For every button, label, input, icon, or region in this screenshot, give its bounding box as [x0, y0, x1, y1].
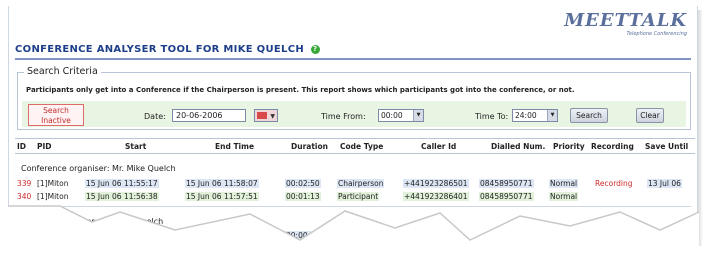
logo-subtitle: Telephone Conferencing: [626, 31, 687, 37]
page-shadow: [698, 10, 703, 246]
report-page: MEETTALK Telephone Conferencing CONFEREN…: [8, 6, 698, 250]
column-header-caller-id: Caller Id: [421, 142, 457, 151]
row-pid: [1]Miton: [37, 179, 69, 188]
row-duration: 00:00:48: [285, 231, 321, 240]
row-duration: 00:01:13: [285, 192, 321, 201]
page-title: CONFERENCE ANALYSER TOOL FOR MIKE QUELCH: [15, 44, 304, 55]
time-to-label: Time To:: [475, 112, 509, 121]
conference-organiser: Conference organiser: Mr. Mike Quelch: [21, 164, 176, 173]
row-priority: Normal: [549, 192, 579, 201]
row-priority: Normal: [549, 231, 579, 240]
row-save-until: 13 Jul 06: [647, 179, 682, 188]
row-priority: Normal: [549, 179, 579, 188]
time-from-value: 00:00: [381, 111, 403, 120]
row-start: n 06 07:54:: [119, 231, 165, 240]
column-header-priority: Priority: [553, 142, 585, 151]
column-header-code-type: Code Type: [340, 142, 384, 151]
column-header-recording: Recording: [591, 142, 634, 151]
row-dialled-num: 458950771: [491, 231, 536, 240]
table-row[interactable]: 339 [1]Miton 15 Jun 06 11:55:17 15 Jun 0…: [17, 178, 695, 189]
row-code-type: Chai: [337, 231, 356, 240]
row-recording-link[interactable]: Recording: [595, 179, 633, 188]
time-from-label: Time From:: [321, 112, 366, 121]
column-header-duration: Duration: [291, 142, 328, 151]
row-duration: 00:02:50: [285, 179, 321, 188]
column-header-end-time: End Time: [215, 142, 255, 151]
search-button[interactable]: Search: [570, 108, 608, 123]
time-from-select[interactable]: 00:00 ▼: [378, 109, 424, 122]
row-code-type: Participant: [337, 192, 380, 201]
search-criteria-legend: Search Criteria: [24, 66, 101, 77]
meettalk-logo: MEETTALK Telephone Conferencing: [564, 10, 687, 38]
row-start: 15 Jun 06 11:56:38: [85, 192, 159, 201]
search-inactive-badge: Search Inactive: [28, 104, 84, 126]
table-row[interactable]: 340 [1]Miton 15 Jun 06 11:56:38 15 Jun 0…: [17, 191, 695, 202]
date-label: Date:: [144, 112, 166, 121]
time-to-value: 24:00: [515, 111, 537, 120]
group-divider: [15, 206, 691, 207]
logo-text: MEETTALK: [564, 10, 687, 31]
search-row: Search Inactive Date: 20-06-2006 ▼ Time …: [22, 101, 686, 127]
row-caller-id: +441923286501: [403, 179, 469, 188]
date-field[interactable]: 20-06-2006: [172, 109, 246, 122]
row-end-time: 07:55:04: [219, 231, 255, 240]
help-icon[interactable]: ?: [310, 45, 320, 54]
calendar-button[interactable]: ▼: [254, 109, 278, 122]
inactive-line-2: Inactive: [41, 116, 71, 125]
search-criteria-panel: Search Criteria Participants only get in…: [17, 66, 691, 130]
row-code-type: Chairperson: [337, 179, 385, 188]
chevron-down-icon: ▼: [413, 110, 423, 121]
row-start: 15 Jun 06 11:55:17: [85, 179, 159, 188]
column-header-save-until: Save Until: [645, 142, 689, 151]
inactive-line-1: Search: [43, 106, 69, 115]
chevron-down-icon: ▼: [547, 110, 557, 121]
time-to-select[interactable]: 24:00 ▼: [512, 109, 558, 122]
criteria-note: Participants only get into a Conference …: [26, 86, 575, 94]
row-id-link[interactable]: 339: [17, 179, 31, 188]
row-recording-link[interactable]: Recording: [595, 231, 633, 240]
table-header: ID PID Start End Time Duration Code Type…: [15, 138, 695, 154]
column-header-dialled-num: Dialled Num.: [491, 142, 546, 151]
column-header-start: Start: [125, 142, 147, 151]
row-caller-id: +441923286401: [403, 192, 469, 201]
clear-button[interactable]: Clear: [636, 108, 664, 123]
title-bar: CONFERENCE ANALYSER TOOL FOR MIKE QUELCH…: [15, 44, 691, 60]
conference-organiser: ganiser: Mr. Mike Quelch: [65, 217, 164, 226]
row-dialled-num: 08458950771: [479, 179, 534, 188]
row-end-time: 15 Jun 06 11:58:07: [185, 179, 259, 188]
calendar-icon: [257, 112, 267, 119]
row-dialled-num: 08458950771: [479, 192, 534, 201]
row-pid: [1]Miton: [37, 192, 69, 201]
row-id-link[interactable]: 340: [17, 192, 31, 201]
chevron-down-icon: ▼: [270, 113, 275, 120]
column-header-id: ID: [17, 142, 27, 151]
column-header-pid: PID: [37, 142, 52, 151]
table-row[interactable]: n 06 07:54: 07:55:04 00:00:48 Chai 45895…: [19, 230, 695, 241]
row-end-time: 15 Jun 06 11:57:51: [185, 192, 259, 201]
